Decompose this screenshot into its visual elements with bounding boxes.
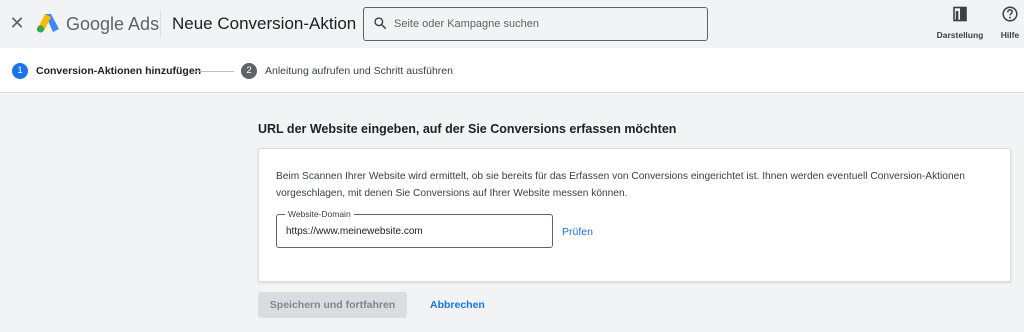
- appearance-icon: [953, 6, 967, 22]
- section-title: URL der Website eingeben, auf der Sie Co…: [258, 122, 677, 136]
- step-number: 1: [12, 63, 28, 79]
- search-icon: [374, 17, 387, 30]
- website-domain-field[interactable]: Website-Domain: [276, 209, 553, 248]
- save-and-continue-button[interactable]: Speichern und fortfahren: [258, 292, 407, 318]
- help-button[interactable]: Hilfe: [996, 6, 1024, 40]
- help-icon: [1002, 6, 1018, 22]
- page-title: Neue Conversion-Aktion: [172, 14, 357, 33]
- google-ads-logo-icon: [36, 14, 59, 33]
- check-button[interactable]: Prüfen: [562, 226, 593, 238]
- search-input[interactable]: [394, 14, 694, 34]
- scan-description: Beim Scannen Ihrer Website wird ermittel…: [276, 171, 965, 199]
- help-label: Hilfe: [1000, 30, 1020, 40]
- step-connector: [194, 71, 234, 72]
- search-box[interactable]: [363, 7, 708, 41]
- step-label: Conversion-Aktionen hinzufügen: [36, 65, 202, 77]
- website-scan-card: Beim Scannen Ihrer Website wird ermittel…: [258, 148, 1011, 282]
- step-instructions: 2 Anleitung aufrufen und Schritt ausführ…: [241, 63, 453, 79]
- cancel-button[interactable]: Abbrechen: [430, 299, 485, 311]
- top-app-bar: ✕ Google Ads Neue Conversion-Aktion Dars…: [0, 0, 1024, 48]
- step-add-conversion-actions: 1 Conversion-Aktionen hinzufügen: [12, 63, 201, 79]
- appearance-label: Darstellung: [936, 30, 984, 40]
- header-divider: [160, 11, 161, 37]
- brand-name: Google Ads: [66, 14, 160, 34]
- appearance-button[interactable]: Darstellung: [936, 6, 984, 40]
- website-domain-label: Website-Domain: [285, 209, 354, 220]
- stepper: 1 Conversion-Aktionen hinzufügen 2 Anlei…: [0, 48, 1024, 93]
- step-label: Anleitung aufrufen und Schritt ausführen: [265, 65, 453, 77]
- website-domain-input[interactable]: [286, 223, 541, 239]
- step-number: 2: [241, 63, 257, 79]
- close-icon[interactable]: ✕: [6, 12, 28, 34]
